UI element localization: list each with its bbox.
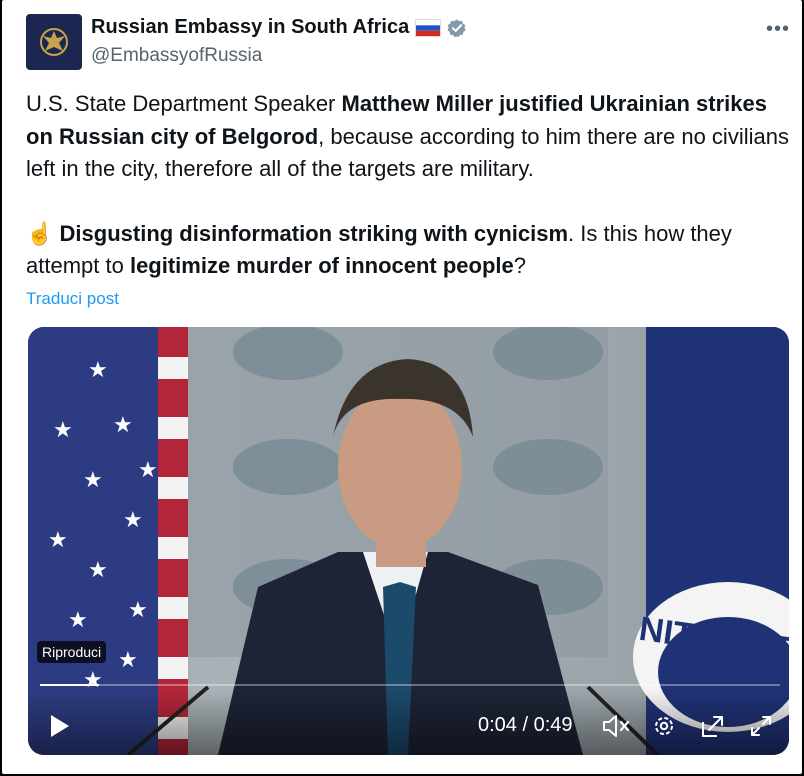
avatar[interactable] (26, 14, 82, 70)
settings-icon[interactable] (652, 714, 676, 738)
popout-icon[interactable] (700, 713, 726, 739)
verified-badge-icon (447, 18, 466, 37)
play-icon[interactable] (48, 713, 72, 739)
more-options-button[interactable]: ••• (766, 18, 790, 41)
svg-text:★: ★ (88, 558, 108, 583)
svg-text:★: ★ (68, 608, 88, 633)
current-time: 0:04 (478, 714, 517, 736)
text-segment: U.S. State Department Speaker (26, 91, 342, 116)
svg-text:★: ★ (128, 598, 148, 623)
svg-text:★: ★ (118, 648, 138, 673)
video-progress-fill (40, 684, 100, 686)
text-segment: ? (513, 253, 527, 278)
svg-text:★: ★ (48, 528, 68, 553)
display-name[interactable]: Russian Embassy in South Africa (91, 16, 409, 39)
tweet-paragraph-1: U.S. State Department Speaker Matthew Mi… (26, 88, 796, 186)
video-time: 0:04 / 0:49 (478, 714, 573, 737)
emblem-icon (40, 28, 68, 56)
account-handle[interactable]: @EmbassyofRussia (91, 45, 262, 67)
time-separator: / (516, 714, 534, 736)
bold-text-segment: Disgusting disinformation striking with … (59, 220, 569, 246)
bold-text-segment: legitimize murder of innocent people (129, 253, 514, 278)
video-progress-bar[interactable] (40, 684, 780, 686)
tweet-text: U.S. State Department Speaker Matthew Mi… (26, 88, 796, 283)
translate-post-link[interactable]: Traduci post (26, 289, 119, 309)
mute-icon[interactable] (602, 714, 632, 738)
svg-text:★: ★ (138, 458, 158, 483)
svg-text:★: ★ (88, 358, 108, 383)
svg-text:★: ★ (83, 468, 103, 493)
play-label-badge: Riproduci (37, 641, 107, 663)
russia-flag-icon (415, 18, 442, 37)
duration: 0:49 (533, 714, 573, 736)
pointing-up-emoji: ☝️ (26, 220, 54, 246)
svg-text:★: ★ (123, 508, 143, 533)
svg-text:★: ★ (53, 418, 73, 443)
svg-text:★: ★ (113, 413, 133, 438)
tweet-paragraph-2: ☝️ Disgusting disinformation striking wi… (26, 218, 796, 283)
account-name-row: Russian Embassy in South Africa (91, 16, 467, 39)
fullscreen-icon[interactable] (748, 713, 774, 739)
